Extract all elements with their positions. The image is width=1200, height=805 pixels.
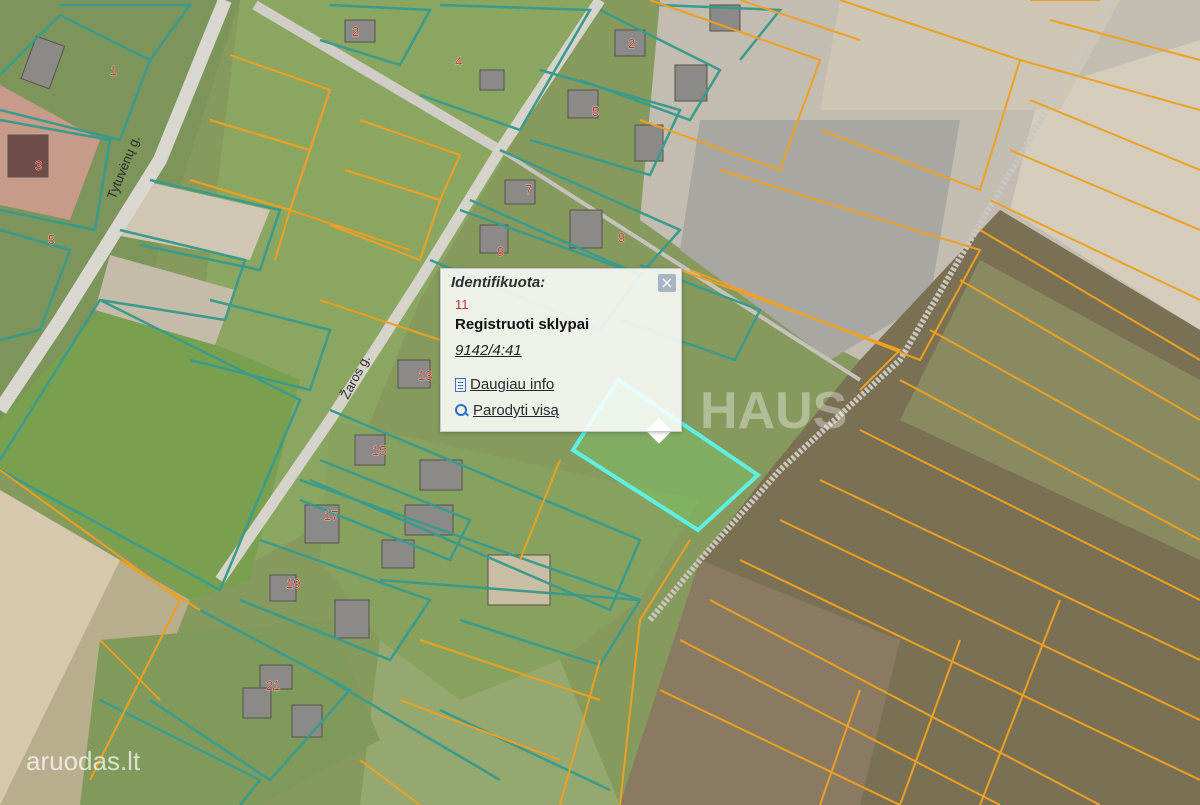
house-number: 17	[324, 508, 338, 523]
house-number: 13	[418, 368, 432, 383]
house-number: 7	[525, 182, 532, 197]
house-number: 5	[48, 232, 55, 247]
parcel-id-link[interactable]: 9142/4:41	[455, 342, 522, 359]
house-number: 2	[352, 24, 359, 39]
show-all-link[interactable]: Parodyti visą	[455, 402, 559, 419]
more-info-link[interactable]: Daugiau info	[455, 376, 554, 393]
popup-result-index: 11	[455, 297, 469, 312]
house-number: 4	[455, 54, 462, 69]
popup-layer-name: Registruoti sklypai	[455, 316, 590, 333]
more-info-label: Daugiau info	[470, 376, 555, 393]
house-number: 5	[592, 104, 599, 119]
search-icon	[455, 403, 469, 418]
close-icon[interactable]: ×	[658, 274, 676, 292]
house-number: 15	[372, 443, 386, 458]
house-number: 2	[628, 36, 635, 51]
house-number: 21	[266, 678, 280, 693]
identify-popup: Identifikuota: × 11 Registruoti sklypai …	[440, 268, 682, 432]
watermark-corner: aruodas.lt	[26, 746, 141, 776]
document-icon	[455, 377, 466, 392]
show-all-label: Parodyti visą	[473, 402, 559, 419]
house-number: 19	[286, 576, 300, 591]
house-number: 9	[618, 230, 625, 245]
popup-title: Identifikuota:	[451, 274, 546, 291]
watermark-center: HAUS	[700, 382, 847, 440]
house-number: 9	[497, 244, 504, 259]
house-number: 3	[35, 158, 42, 173]
house-number: 1	[110, 63, 117, 78]
